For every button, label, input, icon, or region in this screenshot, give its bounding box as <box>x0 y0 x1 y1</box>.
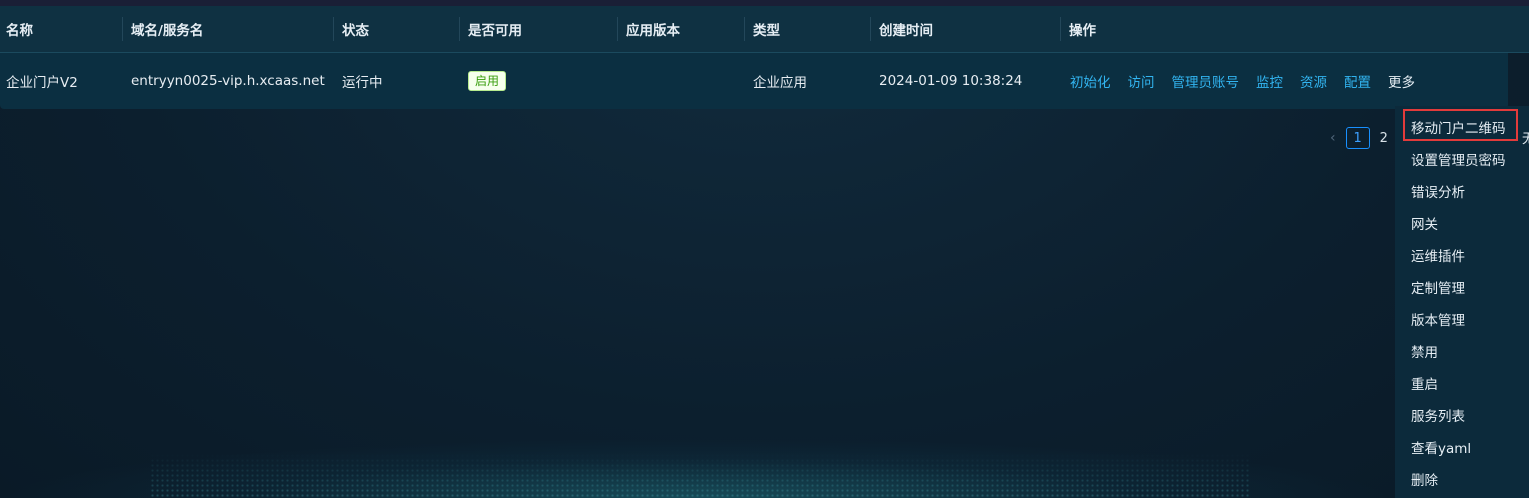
background-wave-dots <box>150 453 1250 498</box>
table-header: 名称 域名/服务名 状态 是否可用 应用版本 类型 创建时间 操作 <box>0 6 1529 53</box>
op-more-link[interactable]: 更多 <box>1388 71 1415 91</box>
menu-item-set-admin-password[interactable]: 设置管理员密码 <box>1411 149 1506 169</box>
more-dropdown-menu: 移动门户二维码 设置管理员密码 错误分析 网关 运维插件 定制管理 版本管理 禁… <box>1395 106 1529 498</box>
cell-type: 企业应用 <box>753 75 807 91</box>
header-ops: 操作 <box>1060 17 1096 41</box>
chevron-left-icon[interactable]: ‹ <box>1330 130 1336 146</box>
cell-available: 启用 <box>468 53 507 109</box>
table-row: 企业门户V2 entryyn0025-vip.h.xcaas.net 运行中 启… <box>0 53 1508 109</box>
menu-item-custom-manage[interactable]: 定制管理 <box>1411 277 1465 297</box>
app-table: 名称 域名/服务名 状态 是否可用 应用版本 类型 创建时间 操作 企业门户V2… <box>0 6 1529 109</box>
op-resource-link[interactable]: 资源 <box>1300 71 1327 91</box>
menu-item-disable[interactable]: 禁用 <box>1411 341 1438 361</box>
ops-links: 初始化 访问 管理员账号 监控 资源 配置 更多 <box>1070 71 1432 91</box>
op-config-link[interactable]: 配置 <box>1344 71 1371 91</box>
menu-item-gateway[interactable]: 网关 <box>1411 213 1438 233</box>
menu-item-delete[interactable]: 删除 <box>1411 469 1438 489</box>
header-name: 名称 <box>6 23 33 39</box>
op-init-link[interactable]: 初始化 <box>1070 71 1111 91</box>
cell-created: 2024-01-09 10:38:24 <box>879 73 1023 89</box>
page-2-button[interactable]: 2 <box>1380 131 1388 146</box>
menu-item-service-list[interactable]: 服务列表 <box>1411 405 1465 425</box>
pagination: ‹ 1 2 <box>1330 127 1388 149</box>
menu-item-restart[interactable]: 重启 <box>1411 373 1438 393</box>
header-type: 类型 <box>744 17 780 41</box>
header-status: 状态 <box>333 17 369 41</box>
menu-item-view-yaml[interactable]: 查看yaml <box>1411 437 1471 457</box>
available-tag: 启用 <box>468 71 507 91</box>
header-created: 创建时间 <box>870 17 933 41</box>
cell-status: 运行中 <box>342 75 383 91</box>
menu-item-error-analysis[interactable]: 错误分析 <box>1411 181 1465 201</box>
cell-ops: 初始化 访问 管理员账号 监控 资源 配置 更多 <box>1070 53 1432 109</box>
menu-highlight-box <box>1403 109 1518 141</box>
header-version: 应用版本 <box>617 17 680 41</box>
op-admin-account-link[interactable]: 管理员账号 <box>1172 71 1240 91</box>
header-available: 是否可用 <box>459 17 522 41</box>
menu-item-ops-plugin[interactable]: 运维插件 <box>1411 245 1465 265</box>
edge-text: 无 <box>1522 132 1529 147</box>
op-monitor-link[interactable]: 监控 <box>1256 71 1283 91</box>
header-domain: 域名/服务名 <box>122 17 203 41</box>
op-visit-link[interactable]: 访问 <box>1128 71 1155 91</box>
app-page: 名称 域名/服务名 状态 是否可用 应用版本 类型 创建时间 操作 企业门户V2… <box>0 0 1529 498</box>
cell-domain: entryyn0025-vip.h.xcaas.net <box>131 73 325 89</box>
menu-item-version-manage[interactable]: 版本管理 <box>1411 309 1465 329</box>
page-1-button[interactable]: 1 <box>1345 127 1370 149</box>
cell-name: 企业门户V2 <box>6 75 78 91</box>
